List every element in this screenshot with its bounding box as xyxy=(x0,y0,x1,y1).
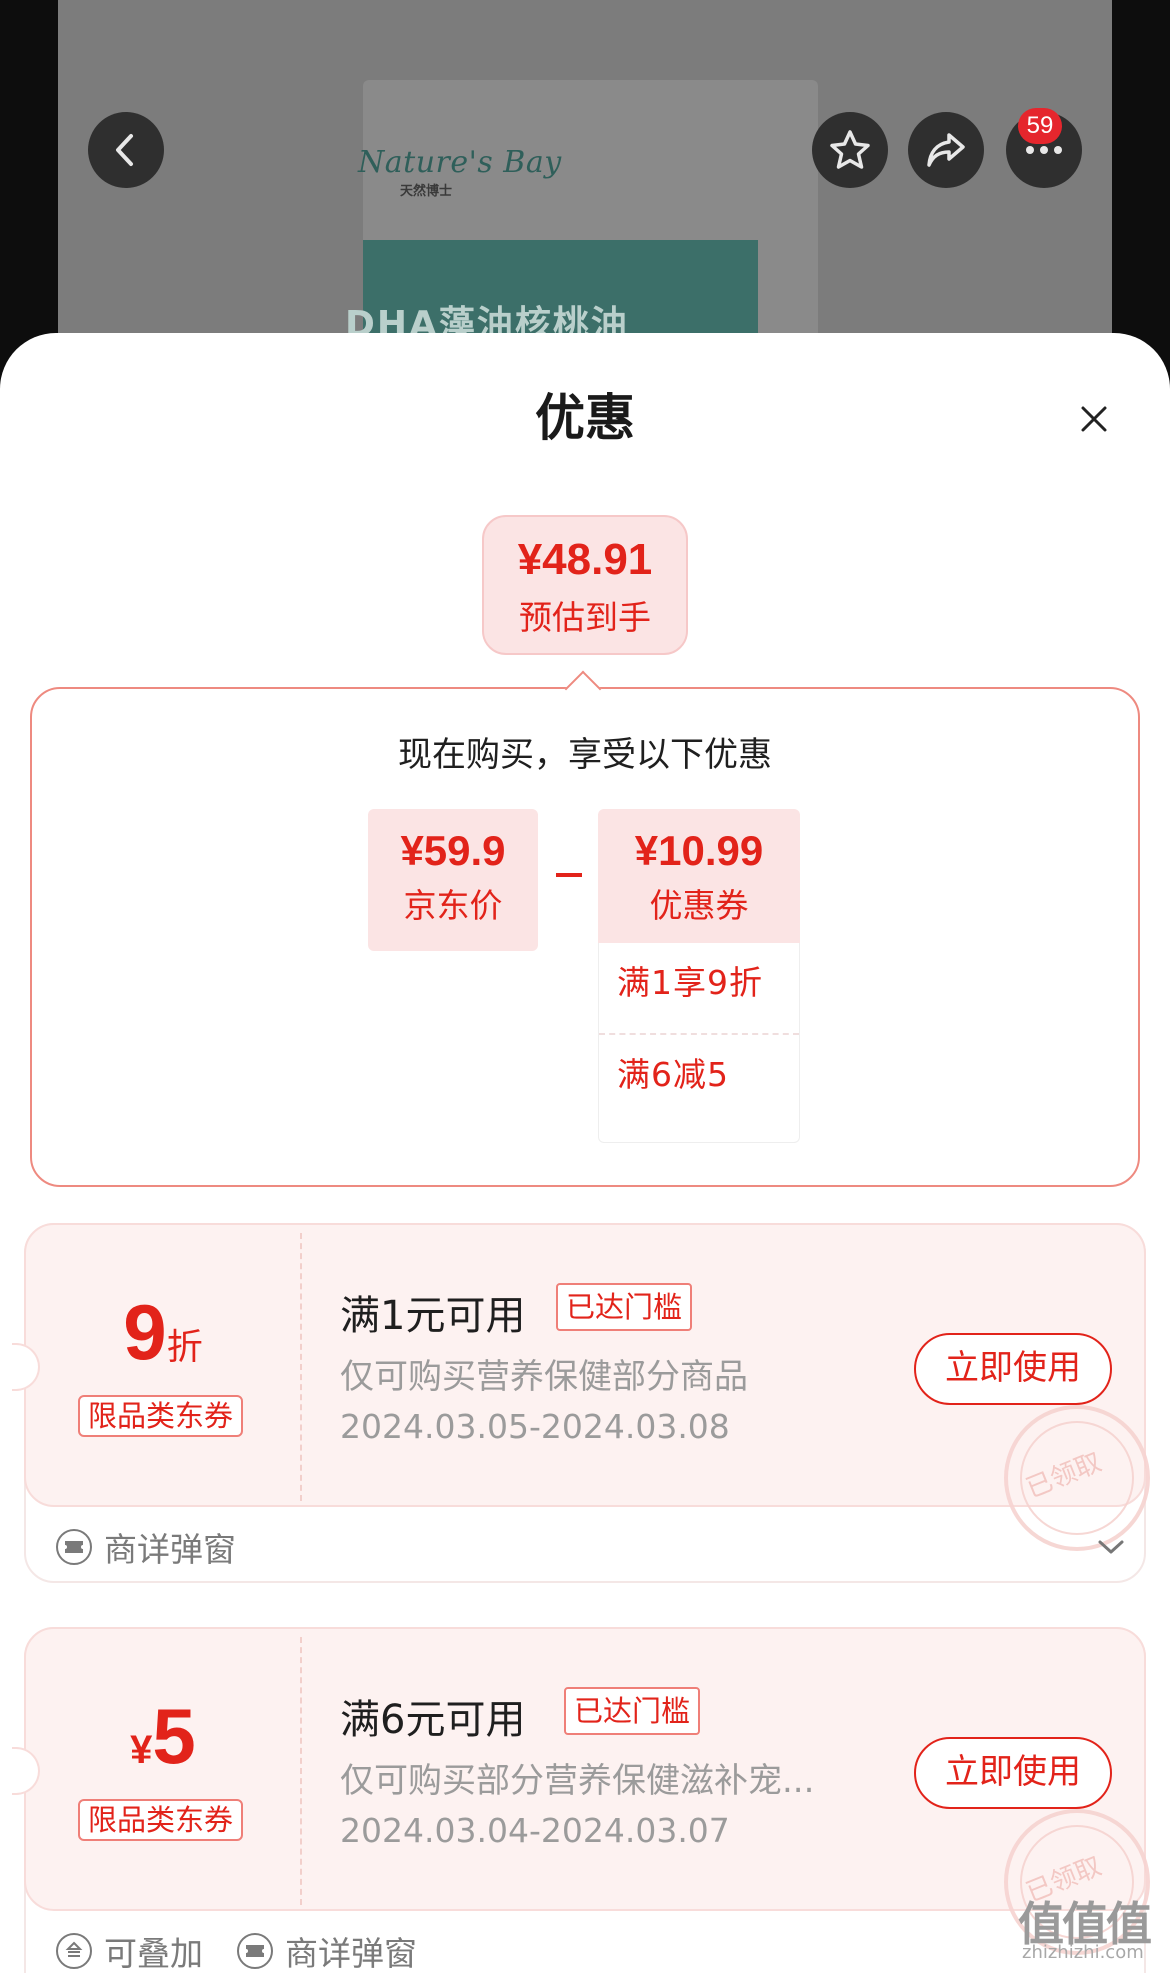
share-icon xyxy=(927,133,965,167)
estimated-price: ¥48.91 xyxy=(517,535,653,584)
jd-price-label: 京东价 xyxy=(403,886,503,925)
estimated-price-label: 预估到手 xyxy=(519,598,651,637)
coupon-currency: ¥ xyxy=(130,1728,153,1772)
coupon-category-tag: 限品类东券 xyxy=(78,1395,244,1437)
stackable-label: 可叠加 xyxy=(104,1934,203,1973)
coupon-condition: 满1元可用 xyxy=(340,1293,526,1339)
sheet-title: 优惠 xyxy=(535,389,635,447)
share-button[interactable] xyxy=(908,112,984,188)
applied-coupon-item: 满1享9折 xyxy=(617,963,763,1002)
coupon-amount: 9折 xyxy=(26,1287,300,1378)
coupon-amount: ¥5 xyxy=(26,1691,300,1782)
back-button[interactable] xyxy=(88,112,164,188)
close-button[interactable] xyxy=(1068,393,1120,445)
coupon-total-value: ¥10.99 xyxy=(634,827,764,874)
coupon-source-label: 商详弹窗 xyxy=(285,1934,417,1973)
stackable-icon xyxy=(56,1933,92,1969)
watermark-url: zhizhizhi.com xyxy=(1022,1942,1144,1963)
stackable-tag: 可叠加 xyxy=(56,1927,203,1973)
jd-price-value: ¥59.9 xyxy=(400,827,506,874)
claimed-stamp: 已领取 xyxy=(1004,1405,1150,1551)
coupon-total-label: 优惠券 xyxy=(649,886,749,925)
product-brand: Nature's Bay xyxy=(358,145,562,180)
jd-price-chip: ¥59.9 京东价 xyxy=(368,809,538,951)
coupon-amount-value: 9 xyxy=(123,1288,167,1376)
coupon-validity: 2024.03.04-2024.03.07 xyxy=(340,1811,730,1850)
product-brand-cn: 天然博士 xyxy=(400,184,453,199)
promotions-sheet: 优惠 ¥48.91 预估到手 现在购买，享受以下优惠 ¥59.9 京东价 ¥10… xyxy=(0,333,1170,1973)
coupon-amount-unit: 折 xyxy=(166,1327,203,1368)
use-now-button[interactable]: 立即使用 xyxy=(914,1737,1112,1809)
applied-coupon-item: 满6减5 xyxy=(599,1033,799,1123)
star-icon xyxy=(830,130,870,169)
coupon-footer: 商详弹窗 xyxy=(56,1517,270,1577)
price-breakdown-panel: 现在购买，享受以下优惠 xyxy=(30,687,1140,1187)
favorite-button[interactable] xyxy=(812,112,888,188)
chevron-down-icon[interactable] xyxy=(1096,1537,1126,1557)
coupon-source: 商详弹窗 xyxy=(56,1523,236,1571)
coupon-card: 9折 限品类东券 满1元可用 已达门槛 仅可购买营养保健部分商品 2024.03… xyxy=(12,1223,1150,1583)
coupon-category-tag: 限品类东券 xyxy=(78,1799,244,1841)
coupon-amount-value: 5 xyxy=(152,1692,196,1780)
use-now-button[interactable]: 立即使用 xyxy=(914,1333,1112,1405)
notification-badge: 59 xyxy=(1018,108,1062,144)
coupon-validity: 2024.03.05-2024.03.08 xyxy=(340,1407,730,1446)
coupon-description: 仅可购买营养保健部分商品 xyxy=(340,1357,748,1397)
coupon-footer: 可叠加 商详弹窗 xyxy=(56,1921,451,1973)
minus-sign xyxy=(556,873,582,877)
coupon-card: ¥5 限品类东券 满6元可用 已达门槛 仅可购买部分营养保健滋补宠... 202… xyxy=(12,1627,1150,1973)
coupon-divider xyxy=(300,1233,302,1501)
threshold-reached-tag: 已达门槛 xyxy=(556,1283,693,1331)
back-icon xyxy=(116,134,133,166)
coupon-total-chip: ¥10.99 优惠券 xyxy=(598,809,800,951)
coupon-source-label: 商详弹窗 xyxy=(104,1530,236,1569)
coupon-source-icon xyxy=(237,1933,273,1969)
coupon-source-icon xyxy=(56,1529,92,1565)
breakdown-title: 现在购买，享受以下优惠 xyxy=(398,735,772,775)
applied-coupon-list: 满1享9折 满6减5 xyxy=(598,943,800,1143)
close-icon xyxy=(1081,406,1107,432)
coupon-source: 商详弹窗 xyxy=(237,1927,417,1973)
coupon-divider xyxy=(300,1637,302,1905)
coupon-description: 仅可购买部分营养保健滋补宠... xyxy=(340,1761,815,1801)
coupon-condition: 满6元可用 xyxy=(340,1697,526,1743)
estimated-price-bubble: ¥48.91 预估到手 xyxy=(482,515,688,655)
threshold-reached-tag: 已达门槛 xyxy=(564,1687,701,1735)
coupon-card-body: ¥5 限品类东券 满6元可用 已达门槛 仅可购买部分营养保健滋补宠... 202… xyxy=(12,1627,1150,1955)
coupon-card-body: 9折 限品类东券 满1元可用 已达门槛 仅可购买营养保健部分商品 2024.03… xyxy=(12,1223,1150,1551)
